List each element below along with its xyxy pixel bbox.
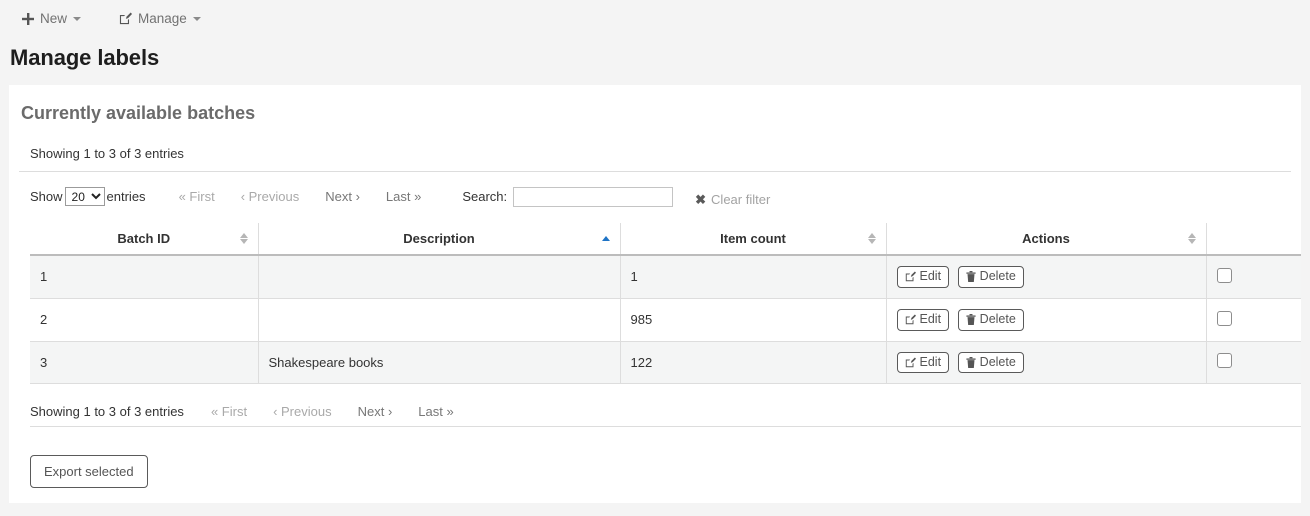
- cell-item-count: 122: [620, 341, 886, 384]
- column-header-select[interactable]: [1206, 223, 1301, 255]
- delete-button[interactable]: Delete: [958, 352, 1024, 374]
- cell-actions: Edit Delete: [886, 341, 1206, 384]
- edit-button[interactable]: Edit: [897, 266, 950, 288]
- edit-button[interactable]: Edit: [897, 309, 950, 331]
- pagination-last-button[interactable]: Last »: [405, 404, 466, 419]
- pencil-square-icon: [905, 271, 916, 282]
- table-row: 1 1 Edit: [30, 255, 1301, 298]
- pagination-last-button[interactable]: Last »: [373, 189, 434, 204]
- search-label: Search:: [462, 189, 507, 204]
- datatable-info-bottom: Showing 1 to 3 of 3 entries: [30, 404, 184, 419]
- cell-batch-id: 3: [30, 341, 258, 384]
- clear-filter-button[interactable]: ✖ Clear filter: [695, 192, 770, 208]
- export-area: Export selected: [19, 427, 1291, 488]
- pagination-previous-button[interactable]: ‹ Previous: [228, 189, 313, 204]
- row-select-checkbox[interactable]: [1217, 268, 1232, 283]
- panel-heading: Currently available batches: [9, 85, 1301, 124]
- cell-item-count: 1: [620, 255, 886, 298]
- column-header-batch-id[interactable]: Batch ID: [30, 223, 258, 255]
- trash-icon: [966, 314, 976, 325]
- datatable-info-top: Showing 1 to 3 of 3 entries: [19, 138, 1291, 172]
- datatable-bottom: Showing 1 to 3 of 3 entries « First ‹ Pr…: [19, 384, 1291, 426]
- sort-indicator-icon: [1188, 232, 1197, 246]
- delete-button[interactable]: Delete: [958, 266, 1024, 288]
- search-filter: Search:: [462, 187, 673, 207]
- column-header-item-count[interactable]: Item count: [620, 223, 886, 255]
- export-selected-button[interactable]: Export selected: [30, 455, 148, 488]
- edit-button-label: Edit: [920, 313, 942, 327]
- edit-button[interactable]: Edit: [897, 352, 950, 374]
- sort-indicator-icon: [868, 232, 877, 246]
- pencil-square-icon: [905, 314, 916, 325]
- pagination-next-button[interactable]: Next ›: [345, 404, 406, 419]
- column-header-description[interactable]: Description: [258, 223, 620, 255]
- pagination-previous-button[interactable]: ‹ Previous: [260, 404, 345, 419]
- pagination-top: « First ‹ Previous Next › Last »: [166, 189, 435, 204]
- column-header-item-count-label: Item count: [720, 231, 786, 246]
- table-header-row: Batch ID Description Item count Act: [30, 223, 1301, 255]
- length-menu: Show 20 entries: [30, 187, 146, 206]
- cell-select: [1206, 298, 1301, 341]
- trash-icon: [966, 271, 976, 282]
- cell-select: [1206, 255, 1301, 298]
- chevron-down-icon: [73, 17, 81, 21]
- length-label-after: entries: [107, 189, 146, 204]
- cell-description: [258, 255, 620, 298]
- page-title: Manage labels: [0, 37, 1310, 71]
- clear-filter-label: Clear filter: [711, 192, 770, 207]
- cell-item-count: 985: [620, 298, 886, 341]
- cell-actions: Edit Delete: [886, 255, 1206, 298]
- search-input[interactable]: [513, 187, 673, 207]
- sort-indicator-icon: [240, 232, 249, 246]
- table-body: 1 1 Edit: [30, 255, 1301, 384]
- length-label-before: Show: [30, 189, 63, 204]
- pencil-square-icon: [119, 12, 132, 25]
- pagination-first-button[interactable]: « First: [198, 404, 260, 419]
- pencil-square-icon: [905, 357, 916, 368]
- delete-button-label: Delete: [980, 356, 1016, 370]
- toolbar-item-new-label: New: [40, 11, 67, 26]
- pagination-first-button[interactable]: « First: [166, 189, 228, 204]
- cell-select: [1206, 341, 1301, 384]
- sort-ascending-icon: [602, 232, 611, 246]
- pagination-next-button[interactable]: Next ›: [312, 189, 373, 204]
- batches-panel: Currently available batches Showing 1 to…: [9, 85, 1301, 503]
- trash-icon: [966, 357, 976, 368]
- cell-description: Shakespeare books: [258, 341, 620, 384]
- cell-batch-id: 2: [30, 298, 258, 341]
- column-header-description-label: Description: [403, 231, 475, 246]
- delete-button[interactable]: Delete: [958, 309, 1024, 331]
- cell-actions: Edit Delete: [886, 298, 1206, 341]
- chevron-down-icon: [193, 17, 201, 21]
- cell-description: [258, 298, 620, 341]
- batches-table-wrapper: Batch ID Description Item count Act: [30, 223, 1301, 384]
- cell-batch-id: 1: [30, 255, 258, 298]
- datatable-controls: Show 20 entries « First ‹ Previous Next …: [19, 172, 1291, 212]
- edit-button-label: Edit: [920, 356, 942, 370]
- top-toolbar: New Manage: [0, 0, 1310, 37]
- toolbar-item-manage[interactable]: Manage: [119, 11, 201, 26]
- row-select-checkbox[interactable]: [1217, 311, 1232, 326]
- table-row: 2 985 Edit: [30, 298, 1301, 341]
- pagination-bottom: « First ‹ Previous Next › Last »: [198, 404, 467, 419]
- panel-body: Showing 1 to 3 of 3 entries Show 20 entr…: [9, 124, 1301, 488]
- plus-icon: [22, 13, 34, 25]
- column-header-actions[interactable]: Actions: [886, 223, 1206, 255]
- delete-button-label: Delete: [980, 270, 1016, 284]
- edit-button-label: Edit: [920, 270, 942, 284]
- batches-table: Batch ID Description Item count Act: [30, 223, 1301, 384]
- delete-button-label: Delete: [980, 313, 1016, 327]
- table-row: 3 Shakespeare books 122 Edit: [30, 341, 1301, 384]
- entries-per-page-select[interactable]: 20: [65, 187, 105, 206]
- x-icon: ✖: [695, 192, 706, 208]
- toolbar-item-manage-label: Manage: [138, 11, 187, 26]
- column-header-actions-label: Actions: [1022, 231, 1070, 246]
- column-header-batch-id-label: Batch ID: [117, 231, 170, 246]
- row-select-checkbox[interactable]: [1217, 353, 1232, 368]
- toolbar-item-new[interactable]: New: [22, 11, 81, 26]
